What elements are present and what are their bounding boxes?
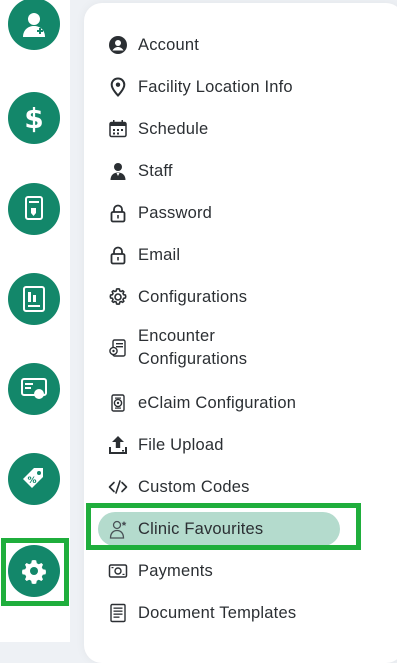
menu-label: Staff	[138, 161, 173, 180]
gear-outline-icon	[108, 287, 128, 307]
lock-icon	[108, 203, 128, 223]
lock-icon	[108, 245, 128, 265]
menu-label: Configurations	[138, 287, 248, 306]
menu-item-staff[interactable]: Staff	[84, 160, 384, 182]
svg-text:%: %	[27, 476, 36, 486]
menu-label: Account	[138, 35, 200, 54]
encounter-config-icon	[108, 338, 128, 358]
staff-icon	[108, 161, 128, 181]
menu-item-document-templates[interactable]: Document Templates	[84, 602, 384, 624]
settings-highlight-box	[1, 538, 69, 606]
tag-icon: %	[19, 464, 49, 494]
side-rail: $ %	[0, 0, 70, 642]
menu-item-custom-codes[interactable]: Custom Codes	[84, 476, 384, 498]
rail-button-reports[interactable]	[8, 273, 60, 325]
dollar-icon: $	[19, 103, 49, 133]
eclaim-icon	[108, 393, 128, 413]
menu-item-configurations[interactable]: Configurations	[84, 286, 384, 308]
doctor-icon	[19, 9, 49, 39]
rail-button-dashboard[interactable]	[8, 363, 60, 415]
account-circle-icon	[108, 35, 128, 55]
menu-item-eclaim-configuration[interactable]: eClaim Configuration	[84, 392, 384, 414]
menu-label: Password	[138, 203, 213, 222]
code-icon	[108, 477, 128, 497]
payments-icon	[108, 561, 128, 581]
menu-item-schedule[interactable]: Schedule	[84, 118, 384, 140]
dashboard-icon	[19, 374, 49, 404]
menu-item-file-upload[interactable]: File Upload	[84, 434, 384, 456]
clinic-favourites-highlight-box	[86, 503, 361, 550]
menu-label: File Upload	[138, 435, 224, 454]
menu-label: eClaim Configuration	[138, 393, 297, 412]
menu-item-encounter-configurations[interactable]: Encounter Configurations	[84, 324, 384, 372]
rail-button-pricing[interactable]: %	[8, 453, 60, 505]
menu-label: Custom Codes	[138, 477, 250, 496]
menu-label: Payments	[138, 561, 213, 580]
menu-item-payments[interactable]: Payments	[84, 560, 384, 582]
svg-text:$: $	[24, 103, 43, 133]
rail-button-claims[interactable]	[8, 183, 60, 235]
calendar-icon	[108, 119, 128, 139]
menu-item-password[interactable]: Password	[84, 202, 384, 224]
menu-item-facility-location-info[interactable]: Facility Location Info	[84, 76, 384, 98]
rail-button-billing[interactable]: $	[8, 92, 60, 144]
menu-label: Schedule	[138, 119, 209, 138]
upload-icon	[108, 435, 128, 455]
menu-item-email[interactable]: Email	[84, 244, 384, 266]
menu-label: Document Templates	[138, 603, 297, 622]
report-icon	[19, 284, 49, 314]
rail-button-doctor[interactable]	[8, 0, 60, 50]
menu-label: Encounter Configurations	[138, 327, 248, 368]
settings-menu-panel: Account Facility Location Info Schedule …	[84, 3, 397, 663]
menu-item-account[interactable]: Account	[84, 34, 384, 56]
location-pin-icon	[108, 77, 128, 97]
claim-document-icon	[19, 194, 49, 224]
menu-label: Facility Location Info	[138, 77, 293, 96]
document-templates-icon	[108, 603, 128, 623]
menu-label: Email	[138, 245, 181, 264]
